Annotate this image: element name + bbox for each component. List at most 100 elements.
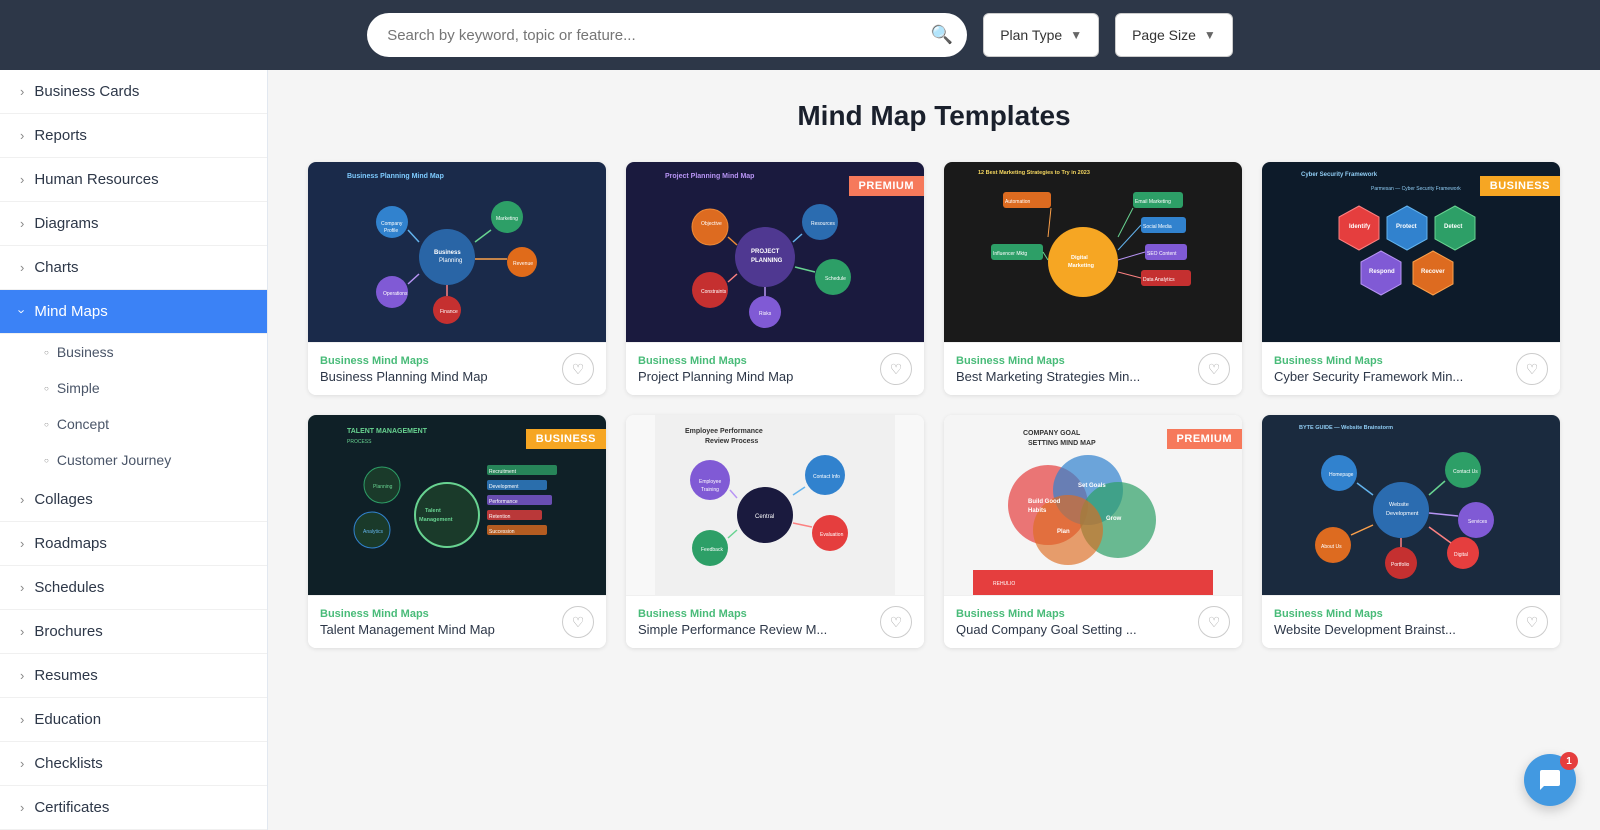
svg-text:Resources: Resources <box>811 221 835 227</box>
chevron-right-icon: › <box>20 128 24 143</box>
svg-text:Constraints: Constraints <box>701 289 727 295</box>
card-thumbnail: Employee Performance Review Process Cent… <box>626 415 924 595</box>
svg-text:Evaluation: Evaluation <box>820 532 844 538</box>
search-wrapper: 🔍 <box>367 13 967 57</box>
chevron-right-icon: › <box>20 624 24 639</box>
sidebar-item-resumes[interactable]: › Resumes <box>0 654 267 698</box>
sidebar-item-label: Collages <box>34 491 92 508</box>
svg-text:SEO Content: SEO Content <box>1147 251 1177 257</box>
sub-item-label: Simple <box>57 380 100 396</box>
sidebar-item-collages[interactable]: › Collages <box>0 478 267 522</box>
template-card[interactable]: BUSINESS Cyber Security Framework Identi… <box>1262 162 1560 395</box>
chevron-down-icon: ▼ <box>1204 28 1216 42</box>
template-card[interactable]: 12 Best Marketing Strategies to Try in 2… <box>944 162 1242 395</box>
search-input[interactable] <box>367 13 967 57</box>
card-footer: Business Mind Maps Talent Management Min… <box>308 595 606 648</box>
template-card[interactable]: BYTE GUIDE — Website Brainstorm Website … <box>1262 415 1560 648</box>
favorite-button[interactable]: ♡ <box>1516 353 1548 385</box>
favorite-button[interactable]: ♡ <box>562 353 594 385</box>
sidebar-item-human-resources[interactable]: › Human Resources <box>0 158 267 202</box>
sidebar-item-schedules[interactable]: › Schedules <box>0 566 267 610</box>
svg-text:Talent: Talent <box>425 508 441 514</box>
svg-text:BYTE GUIDE — Website Brainstor: BYTE GUIDE — Website Brainstorm <box>1299 425 1393 431</box>
template-card[interactable]: Business Planning Mind Map Business Plan… <box>308 162 606 395</box>
template-card[interactable]: BUSINESS TALENT MANAGEMENT PROCESS Talen… <box>308 415 606 648</box>
card-category: Business Mind Maps <box>320 608 495 620</box>
card-thumbnail: Business Planning Mind Map Business Plan… <box>308 162 606 342</box>
svg-text:Contact Info: Contact Info <box>813 474 840 480</box>
template-grid: Business Planning Mind Map Business Plan… <box>308 162 1560 648</box>
template-card[interactable]: PREMIUM COMPANY GOAL SETTING MIND MAP Bu… <box>944 415 1242 648</box>
svg-text:Parmesan — Cyber Security Fram: Parmesan — Cyber Security Framework <box>1371 186 1461 192</box>
chevron-down-icon: ▼ <box>1070 28 1082 42</box>
template-card[interactable]: PREMIUM Project Planning Mind Map PROJEC… <box>626 162 924 395</box>
chat-notification-badge: 1 <box>1560 752 1578 770</box>
svg-text:Profile: Profile <box>384 228 398 234</box>
svg-text:Set Goals: Set Goals <box>1078 483 1106 489</box>
card-footer: Business Mind Maps Website Development B… <box>1262 595 1560 648</box>
sidebar-subitem-simple[interactable]: ○ Simple <box>0 370 267 406</box>
card-thumbnail: BUSINESS Cyber Security Framework Identi… <box>1262 162 1560 342</box>
sidebar-item-roadmaps[interactable]: › Roadmaps <box>0 522 267 566</box>
sidebar-subitem-business[interactable]: ○ Business <box>0 334 267 370</box>
sidebar-item-brochures[interactable]: › Brochures <box>0 610 267 654</box>
svg-text:Detect: Detect <box>1444 224 1462 230</box>
business-badge: BUSINESS <box>1480 176 1560 196</box>
svg-text:Identify: Identify <box>1349 224 1371 230</box>
topbar: 🔍 Plan Type ▼ Page Size ▼ <box>0 0 1600 70</box>
content-area: Mind Map Templates Business Planning Min… <box>268 70 1600 830</box>
chevron-right-icon: › <box>20 260 24 275</box>
favorite-button[interactable]: ♡ <box>1516 606 1548 638</box>
sidebar-item-diagrams[interactable]: › Diagrams <box>0 202 267 246</box>
favorite-button[interactable]: ♡ <box>562 606 594 638</box>
sidebar-subitem-concept[interactable]: ○ Concept <box>0 406 267 442</box>
template-card[interactable]: Employee Performance Review Process Cent… <box>626 415 924 648</box>
business-badge: BUSINESS <box>526 429 606 449</box>
sidebar-item-charts[interactable]: › Charts <box>0 246 267 290</box>
sidebar-item-label: Business Cards <box>34 83 139 100</box>
svg-text:Email Marketing: Email Marketing <box>1135 199 1171 205</box>
card-category: Business Mind Maps <box>638 608 827 620</box>
card-name: Business Planning Mind Map <box>320 369 488 384</box>
plan-type-button[interactable]: Plan Type ▼ <box>983 13 1099 57</box>
svg-text:Automation: Automation <box>1005 199 1031 205</box>
card-category: Business Mind Maps <box>1274 355 1463 367</box>
sidebar-item-mind-maps[interactable]: › Mind Maps <box>0 290 267 334</box>
premium-badge: PREMIUM <box>1167 429 1242 449</box>
sidebar-item-education[interactable]: › Education <box>0 698 267 742</box>
favorite-button[interactable]: ♡ <box>1198 353 1230 385</box>
sidebar-item-business-cards[interactable]: › Business Cards <box>0 70 267 114</box>
sidebar-item-label: Certificates <box>34 799 109 816</box>
svg-text:PLANNING: PLANNING <box>751 258 783 264</box>
sidebar-subitem-customer-journey[interactable]: ○ Customer Journey <box>0 442 267 478</box>
svg-text:PROCESS: PROCESS <box>347 439 372 445</box>
favorite-button[interactable]: ♡ <box>880 606 912 638</box>
svg-text:Succession: Succession <box>489 529 515 535</box>
sidebar-item-certificates[interactable]: › Certificates <box>0 786 267 830</box>
svg-text:Grow: Grow <box>1106 516 1122 522</box>
favorite-button[interactable]: ♡ <box>880 353 912 385</box>
sidebar-item-checklists[interactable]: › Checklists <box>0 742 267 786</box>
favorite-button[interactable]: ♡ <box>1198 606 1230 638</box>
chevron-down-icon: › <box>15 309 30 313</box>
page-size-button[interactable]: Page Size ▼ <box>1115 13 1233 57</box>
svg-text:Cyber Security Framework: Cyber Security Framework <box>1301 172 1378 178</box>
card-category: Business Mind Maps <box>638 355 793 367</box>
svg-text:PROJECT: PROJECT <box>751 249 780 255</box>
card-name: Project Planning Mind Map <box>638 369 793 384</box>
svg-text:Plan: Plan <box>1057 529 1070 535</box>
chevron-right-icon: › <box>20 712 24 727</box>
chevron-right-icon: › <box>20 492 24 507</box>
sidebar-item-label: Brochures <box>34 623 102 640</box>
sidebar-item-label: Schedules <box>34 579 104 596</box>
svg-text:Digital: Digital <box>1071 255 1088 261</box>
card-thumbnail: PREMIUM Project Planning Mind Map PROJEC… <box>626 162 924 342</box>
card-footer: Business Mind Maps Cyber Security Framew… <box>1262 342 1560 395</box>
chat-widget[interactable]: 1 <box>1524 754 1576 806</box>
sidebar-item-reports[interactable]: › Reports <box>0 114 267 158</box>
svg-text:Build Good: Build Good <box>1028 499 1061 505</box>
card-category: Business Mind Maps <box>956 608 1137 620</box>
sidebar-item-label: Charts <box>34 259 78 276</box>
card-name: Website Development Brainst... <box>1274 622 1456 637</box>
svg-text:Recruitment: Recruitment <box>489 469 517 475</box>
